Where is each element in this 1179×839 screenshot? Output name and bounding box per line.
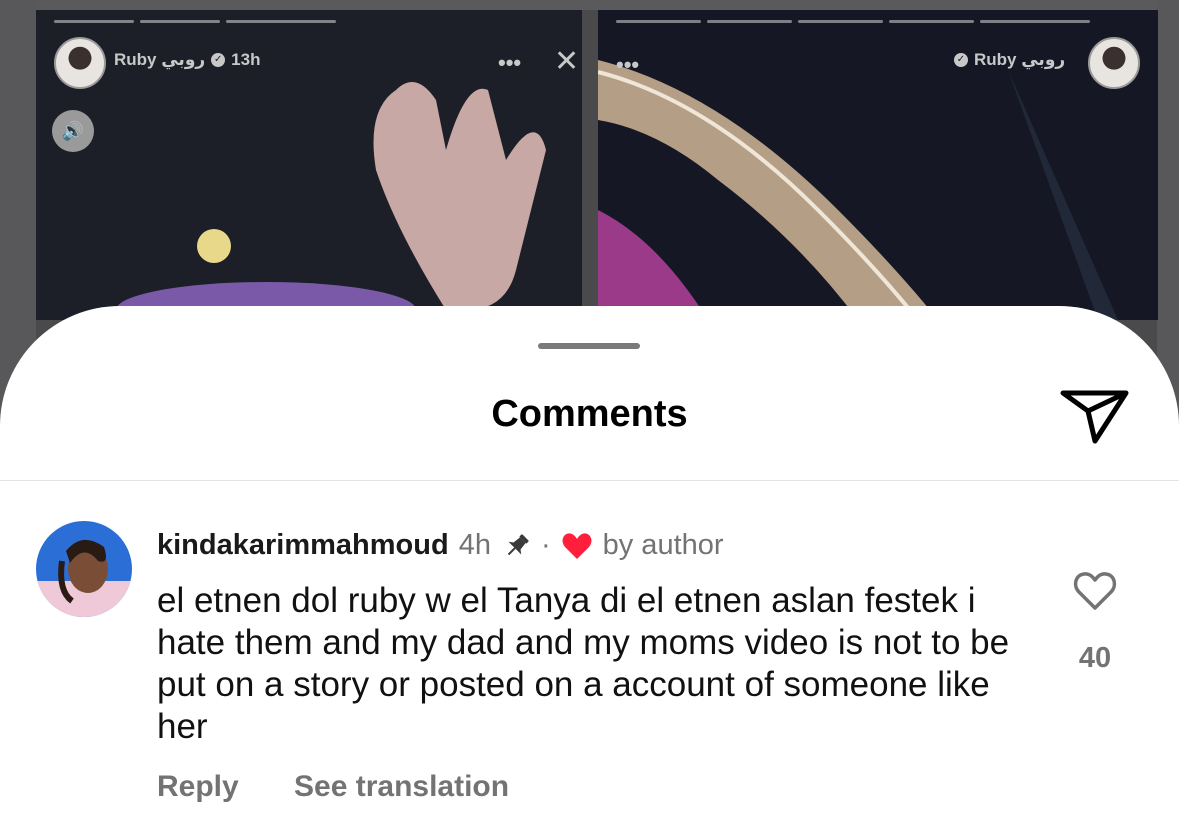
share-icon[interactable] [1058,381,1132,447]
drag-handle[interactable] [538,343,640,349]
comment-avatar[interactable] [36,521,132,617]
verified-icon-right: ✓ [954,53,968,67]
story-preview-left[interactable]: Ruby روبي ✓ 13h ••• ✕ [36,10,582,320]
sound-icon[interactable]: 🔊 [52,110,94,152]
story-user-right[interactable]: ✓ Ruby روبي [954,50,1065,70]
author-liked-label: by author [602,529,724,561]
story-avatar-right[interactable] [1088,37,1140,89]
like-count: 40 [1078,642,1112,674]
story-preview-right[interactable]: ••• ✓ Ruby روبي [598,10,1158,320]
like-heart-icon[interactable] [1072,570,1118,612]
comment-username[interactable]: kindakarimmahmoud [157,529,449,562]
story-time-left: 13h [231,50,261,69]
pin-icon [507,533,529,555]
comment-header: kindakarimmahmoud 4h · by author [157,529,724,562]
story-avatar-left[interactable] [54,37,106,89]
story-username-right: Ruby روبي [974,50,1066,69]
see-translation-button[interactable]: See translation [294,770,509,804]
author-liked-heart-icon [562,532,592,559]
comment-text: el etnen dol ruby w el Tanya di el etnen… [157,581,1010,746]
divider [0,480,1179,481]
more-icon-right[interactable]: ••• [616,52,639,78]
story-image-right [598,10,1158,320]
close-icon[interactable]: ✕ [554,44,579,79]
comment-time: 4h [458,529,491,561]
story-progress-left [54,20,336,23]
comments-sheet: Comments kindakarimmahmoud 4h · by autho… [0,306,1179,839]
story-user-left[interactable]: Ruby روبي ✓ 13h [114,50,260,70]
background-top [0,0,1179,10]
story-progress-right [616,20,1090,23]
separator-dot: · [540,529,551,561]
verified-icon: ✓ [211,53,226,67]
reply-button[interactable]: Reply [157,770,239,804]
sheet-title: Comments [491,393,688,435]
story-username-left: Ruby روبي [114,50,206,69]
more-icon[interactable]: ••• [498,50,521,76]
